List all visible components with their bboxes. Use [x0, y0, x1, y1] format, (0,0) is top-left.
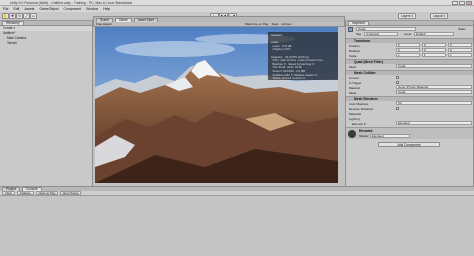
- stats-overlay: Statistics Audio: Level: -74.8 dB Clippi…: [268, 32, 338, 80]
- material-name: Elevated: [359, 129, 373, 133]
- rotate-tool-icon[interactable]: ↻: [16, 13, 23, 19]
- add-component-button[interactable]: Add Component: [378, 142, 440, 147]
- tab-game[interactable]: Game: [115, 18, 132, 22]
- scale-z[interactable]: 1: [448, 53, 472, 57]
- element-field[interactable]: Elevated: [396, 121, 472, 125]
- console-log-area[interactable]: [0, 196, 474, 256]
- scale-tool-icon[interactable]: ⤢: [23, 13, 30, 19]
- rotation-x[interactable]: 0: [396, 48, 420, 52]
- scale-x[interactable]: 1: [396, 53, 420, 57]
- menu-edit[interactable]: Edit: [13, 7, 19, 11]
- mesh-field[interactable]: Quad: [396, 64, 472, 68]
- mesh-collider-fields: Convex Is Trigger Material None (Physic …: [346, 75, 473, 96]
- add-component-area: Add Component: [346, 139, 473, 149]
- hierarchy-panel: Hierarchy Create ▾ Untitled* Main Camera…: [0, 21, 93, 186]
- transform-fields: Position 0 0 0 Rotation 0 0 0 Scale 1 1 …: [346, 43, 473, 59]
- maximize-button[interactable]: [459, 1, 465, 5]
- shader-label: Shader: [359, 134, 369, 138]
- inspector-header: Quad Static Tag Untagged Layer Default: [346, 26, 473, 38]
- scale-label: Scale: [349, 54, 357, 58]
- scene-view-header: Scene Game Asset Store Free Aspect Maxim…: [93, 16, 345, 27]
- menu-gameobject[interactable]: GameObject: [40, 7, 59, 11]
- position-z[interactable]: 0: [448, 43, 472, 47]
- mesh-renderer-fields: Cast Shadows On Receive Shadows Material…: [346, 101, 473, 127]
- layout-dropdown[interactable]: Layout ▾: [430, 13, 449, 19]
- window-title: Unity 5.0 Personal (64bit) - Untitled.un…: [10, 1, 133, 5]
- menu-file[interactable]: File: [3, 7, 8, 11]
- layers-dropdown[interactable]: Layers ▾: [398, 13, 417, 19]
- cube-icon: [348, 27, 353, 32]
- collider-mesh-field[interactable]: Quad: [396, 90, 472, 94]
- minimize-button[interactable]: [452, 1, 458, 5]
- material-label: Material: [349, 86, 360, 90]
- cast-shadows-dropdown[interactable]: On: [396, 101, 472, 105]
- lighting-label[interactable]: Lighting: [349, 117, 360, 121]
- tab-asset-store[interactable]: Asset Store: [133, 18, 159, 22]
- material-sphere-icon: [348, 130, 356, 138]
- tag-dropdown[interactable]: Untagged: [364, 32, 398, 36]
- position-x[interactable]: 0: [396, 43, 420, 47]
- convex-checkbox[interactable]: [396, 76, 399, 79]
- shader-dropdown[interactable]: Elevated: [370, 134, 410, 138]
- move-tool-icon[interactable]: ✥: [9, 13, 16, 19]
- trigger-checkbox[interactable]: [396, 81, 399, 84]
- console-clear-button[interactable]: Clear: [2, 191, 15, 195]
- trigger-label: Is Trigger: [349, 81, 362, 85]
- materials-label[interactable]: Materials: [349, 112, 361, 116]
- physic-material-field[interactable]: None (Physic Material): [396, 85, 472, 89]
- collider-mesh-label: Mesh: [349, 91, 357, 95]
- receive-shadows-label: Receive Shadows: [349, 107, 374, 111]
- position-label: Position: [349, 44, 360, 48]
- material-section[interactable]: Elevated Shader Elevated: [346, 127, 473, 139]
- receive-shadows-checkbox[interactable]: [396, 107, 399, 110]
- mesh-label: Mesh: [349, 65, 357, 69]
- object-name-field[interactable]: Quad: [356, 27, 416, 31]
- position-y[interactable]: 0: [422, 43, 446, 47]
- menu-window[interactable]: Window: [86, 7, 98, 11]
- console-error-pause-button[interactable]: Error Pause: [60, 191, 82, 195]
- rotation-label: Rotation: [349, 49, 361, 53]
- tab-hierarchy[interactable]: Hierarchy: [2, 21, 24, 25]
- static-checkbox[interactable]: Static: [458, 27, 466, 31]
- rect-tool-icon[interactable]: ▭: [30, 13, 37, 19]
- hand-tool-icon[interactable]: ✋: [2, 13, 9, 19]
- cast-shadows-label: Cast Shadows: [349, 102, 369, 106]
- menu-help[interactable]: Help: [103, 7, 110, 11]
- rotation-z[interactable]: 0: [448, 48, 472, 52]
- tab-inspector[interactable]: Inspector: [348, 21, 370, 25]
- console-collapse-button[interactable]: Collapse: [16, 191, 34, 195]
- close-button[interactable]: [466, 1, 472, 5]
- convex-label: Convex: [349, 76, 360, 80]
- layer-dropdown[interactable]: Default: [414, 32, 454, 36]
- inspector-panel: Inspector Quad Static Tag Untagged Layer…: [345, 21, 474, 186]
- menu-assets[interactable]: Assets: [24, 7, 34, 11]
- menu-component[interactable]: Component: [64, 7, 82, 11]
- hierarchy-item-terrain[interactable]: Terrain: [0, 41, 92, 46]
- layer-label: Layer: [404, 32, 412, 36]
- element-label: Element 0: [352, 122, 366, 126]
- scale-y[interactable]: 1: [422, 53, 446, 57]
- rotation-y[interactable]: 0: [422, 48, 446, 52]
- tag-label: Tag: [356, 32, 361, 36]
- console-clear-on-play-button[interactable]: Clear on Play: [35, 191, 59, 195]
